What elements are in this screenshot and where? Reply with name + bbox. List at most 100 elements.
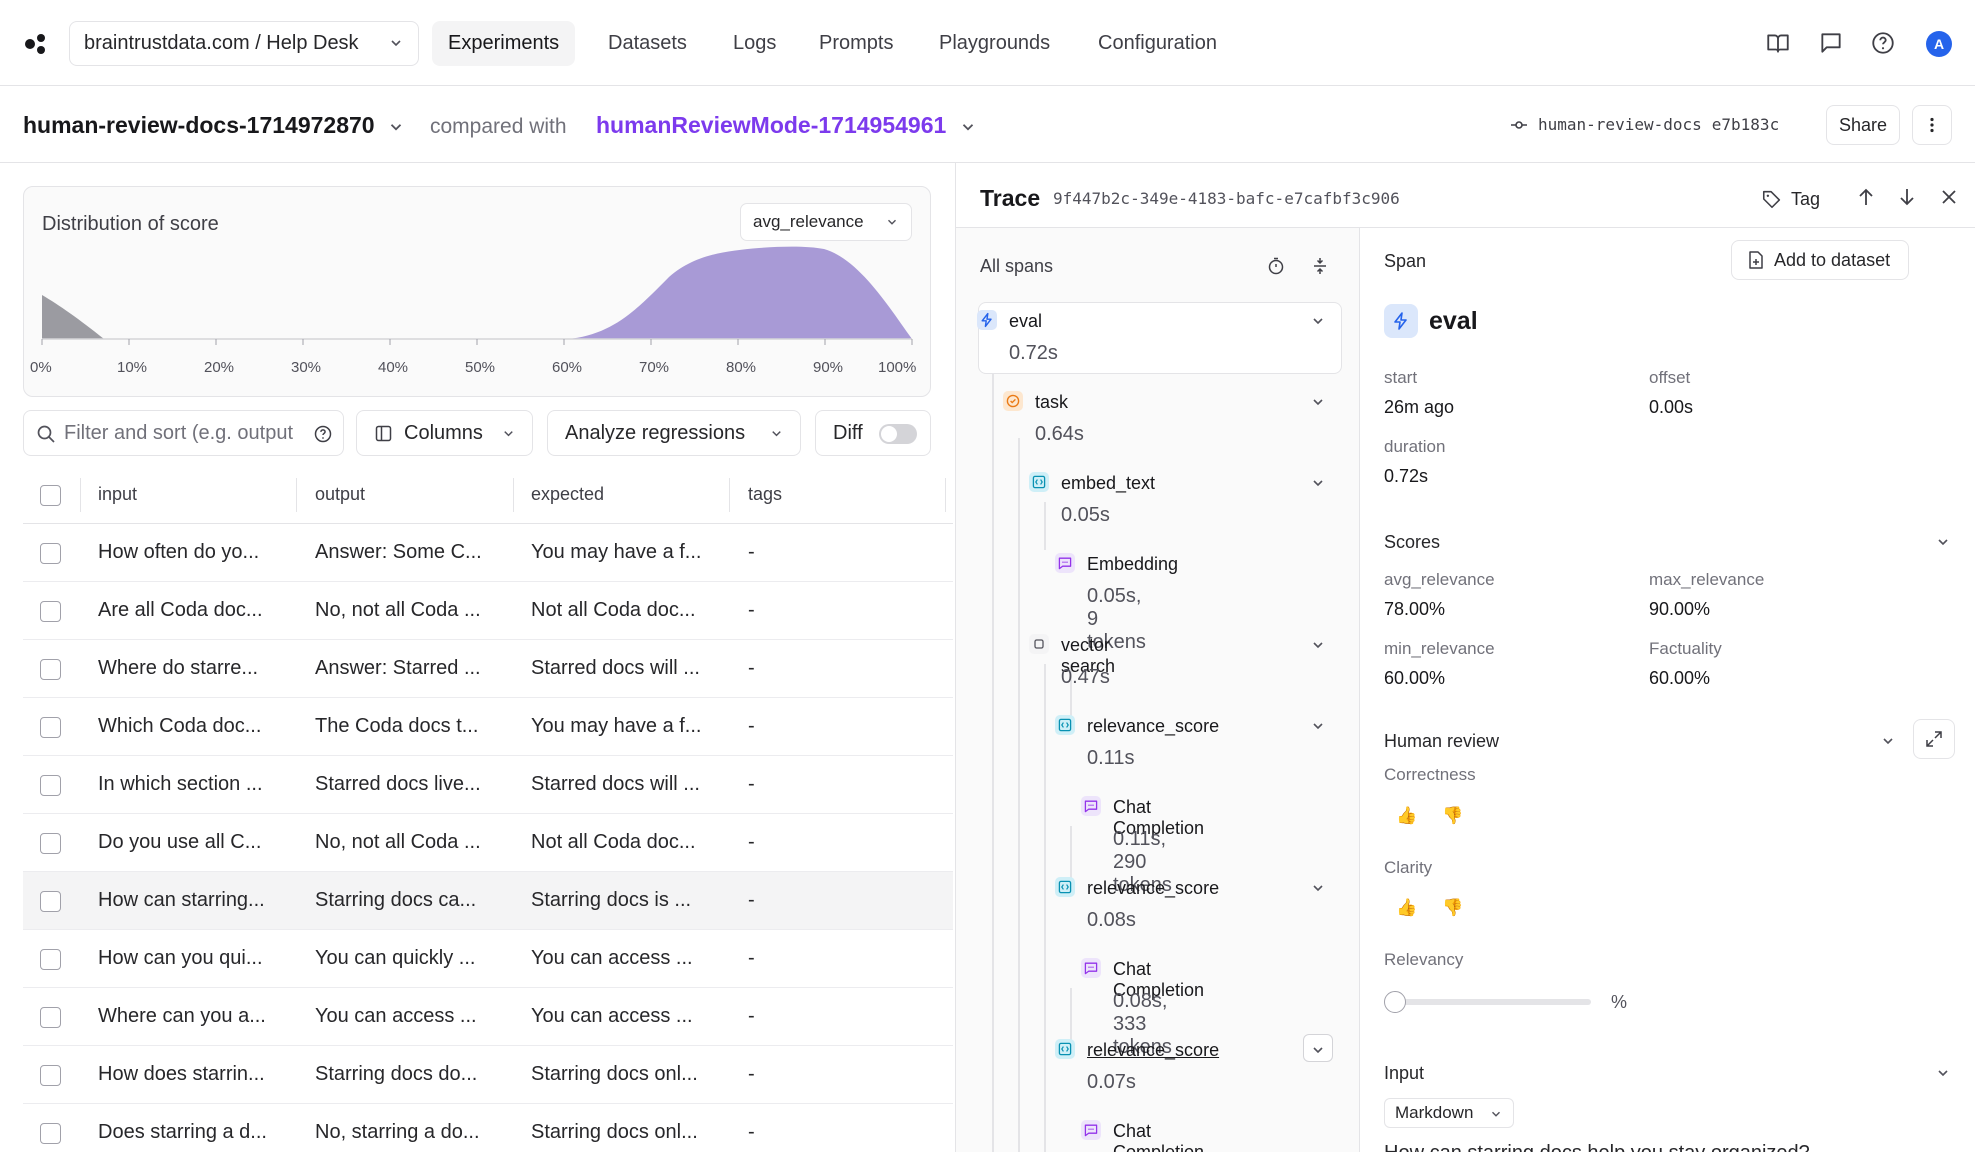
tab-prompts[interactable]: Prompts — [803, 21, 909, 66]
table-row[interactable]: How can you qui... You can quickly ... You… — [23, 930, 953, 988]
table-row[interactable]: How does starrin... Starring docs do... St… — [23, 1046, 953, 1104]
clarity-label: Clarity — [1384, 858, 1433, 877]
table-row[interactable]: Which Coda doc... The Coda docs t... You m… — [23, 698, 953, 756]
column-header-input[interactable]: input — [98, 466, 137, 523]
thumbs-up-icon[interactable]: 👍 — [1396, 898, 1417, 918]
table-row[interactable]: Are all Coda doc... No, not all Coda ... N… — [23, 582, 953, 640]
chevron-down-icon[interactable] — [1935, 1065, 1951, 1081]
diff-toggle[interactable]: Diff — [815, 410, 931, 456]
all-spans-label: All spans — [980, 256, 1054, 276]
thumbs-up-icon[interactable]: 👍 — [1396, 806, 1417, 826]
row-checkbox[interactable] — [40, 775, 61, 796]
cell-expected: Starring docs onl... — [531, 1121, 698, 1143]
tab-playgrounds[interactable]: Playgrounds — [923, 21, 1066, 66]
row-checkbox[interactable] — [40, 949, 61, 970]
braintrust-logo-icon[interactable] — [24, 32, 48, 56]
cell-expected: Starring docs onl... — [531, 1063, 698, 1085]
row-checkbox[interactable] — [40, 601, 61, 622]
avatar[interactable]: A — [1926, 31, 1952, 57]
more-options-button[interactable] — [1912, 105, 1952, 145]
table-row[interactable]: How often do yo... Answer: Some C... You m… — [23, 524, 953, 582]
help-icon[interactable] — [313, 424, 333, 444]
column-header-expected[interactable]: expected — [531, 466, 604, 523]
cell-input: How does starrin... — [98, 1063, 265, 1085]
row-checkbox[interactable] — [40, 1123, 61, 1144]
span-duration: 0.07s — [1087, 1071, 1136, 1093]
chevron-down-icon — [504, 431, 513, 437]
chevron-down-icon[interactable] — [1310, 475, 1326, 491]
chevron-down-icon[interactable] — [1310, 880, 1326, 896]
human-review-section-title[interactable]: Human review — [1384, 731, 1499, 752]
chevron-down-icon[interactable] — [1310, 394, 1326, 410]
chevron-down-icon[interactable] — [1880, 733, 1896, 749]
select-all-checkbox[interactable] — [40, 485, 61, 506]
experiment-selector[interactable]: human-review-docs-1714972870 — [23, 112, 405, 139]
span-duration: 0.72s — [1009, 342, 1058, 364]
close-icon[interactable] — [1937, 185, 1961, 209]
tab-datasets[interactable]: Datasets — [592, 21, 703, 66]
chevron-down-icon[interactable] — [1310, 313, 1326, 329]
row-checkbox[interactable] — [40, 659, 61, 680]
help-icon[interactable] — [1870, 30, 1896, 56]
row-checkbox[interactable] — [40, 717, 61, 738]
table-row[interactable]: Do you use all C... No, not all Coda ... N… — [23, 814, 953, 872]
duration-label: duration — [1384, 437, 1446, 456]
message-icon[interactable] — [1818, 30, 1844, 56]
axis-tick-label: 70% — [639, 359, 670, 376]
tab-logs[interactable]: Logs — [717, 21, 792, 66]
table-row[interactable]: Does starring a d... No, starring a do...… — [23, 1104, 953, 1152]
offset-label: offset — [1649, 368, 1691, 387]
axis-tick-label: 50% — [465, 359, 496, 376]
tab-label: Datasets — [608, 32, 687, 54]
axis-tick-label: 0% — [30, 359, 52, 376]
row-checkbox[interactable] — [40, 833, 61, 854]
row-checkbox[interactable] — [40, 1007, 61, 1028]
table-row[interactable]: Where do starre... Answer: Starred ... Sta… — [23, 640, 953, 698]
column-header-tags[interactable]: tags — [748, 466, 782, 523]
tab-configuration[interactable]: Configuration — [1082, 21, 1233, 66]
cell-expected: Not all Coda doc... — [531, 599, 696, 621]
baseline-selector[interactable]: humanReviewMode-1714954961 — [596, 112, 977, 139]
row-checkbox[interactable] — [40, 1065, 61, 1086]
table-row[interactable]: How can starring... Starring docs ca... St… — [23, 872, 953, 930]
columns-button[interactable]: Columns — [356, 410, 533, 456]
score-metric-select[interactable]: avg_relevance — [740, 203, 912, 241]
tab-experiments[interactable]: Experiments — [432, 21, 576, 66]
chevron-down-icon[interactable] — [1310, 1042, 1326, 1058]
scores-section-title[interactable]: Scores — [1384, 532, 1440, 553]
arrow-down-icon[interactable] — [1895, 185, 1919, 209]
cell-expected: You may have a f... — [531, 715, 702, 737]
tab-label: Experiments — [448, 32, 560, 54]
row-checkbox[interactable] — [40, 543, 61, 564]
cell-input: In which section ... — [98, 773, 263, 795]
add-to-dataset-button[interactable]: Add to dataset — [1731, 240, 1909, 280]
timer-icon[interactable] — [1266, 256, 1286, 276]
diff-switch[interactable] — [879, 424, 917, 444]
format-select[interactable]: Markdown — [1384, 1098, 1514, 1128]
git-commit-info[interactable]: human-review-docs e7b183c — [1510, 115, 1779, 134]
collapse-all-icon[interactable] — [1310, 256, 1330, 276]
table-row[interactable]: Where can you a... You can access ... You … — [23, 988, 953, 1046]
compared-with-label: compared with — [430, 115, 567, 138]
chevron-down-icon[interactable] — [1935, 534, 1951, 550]
tag-button[interactable]: Tag — [1761, 183, 1820, 215]
arrow-up-icon[interactable] — [1854, 185, 1878, 209]
axis-tick-label: 30% — [291, 359, 322, 376]
expand-review-button[interactable] — [1913, 719, 1955, 759]
filter-input[interactable] — [64, 421, 309, 445]
thumbs-down-icon[interactable]: 👎 — [1442, 806, 1463, 826]
relevancy-slider[interactable] — [1384, 991, 1591, 1013]
tab-label: Logs — [733, 32, 777, 54]
project-selector[interactable]: braintrustdata.com / Help Desk — [69, 21, 419, 66]
share-button[interactable]: Share — [1826, 105, 1900, 145]
column-header-output[interactable]: output — [315, 466, 365, 523]
table-row[interactable]: In which section ... Starred docs live...… — [23, 756, 953, 814]
thumbs-down-icon[interactable]: 👎 — [1442, 898, 1463, 918]
row-checkbox[interactable] — [40, 891, 61, 912]
book-icon[interactable] — [1765, 30, 1791, 56]
analyze-regressions-button[interactable]: Analyze regressions — [547, 410, 801, 456]
relevancy-slider-thumb[interactable] — [1384, 991, 1406, 1013]
chevron-down-icon[interactable] — [1310, 718, 1326, 734]
input-section-title[interactable]: Input — [1384, 1063, 1424, 1084]
chevron-down-icon[interactable] — [1310, 637, 1326, 653]
